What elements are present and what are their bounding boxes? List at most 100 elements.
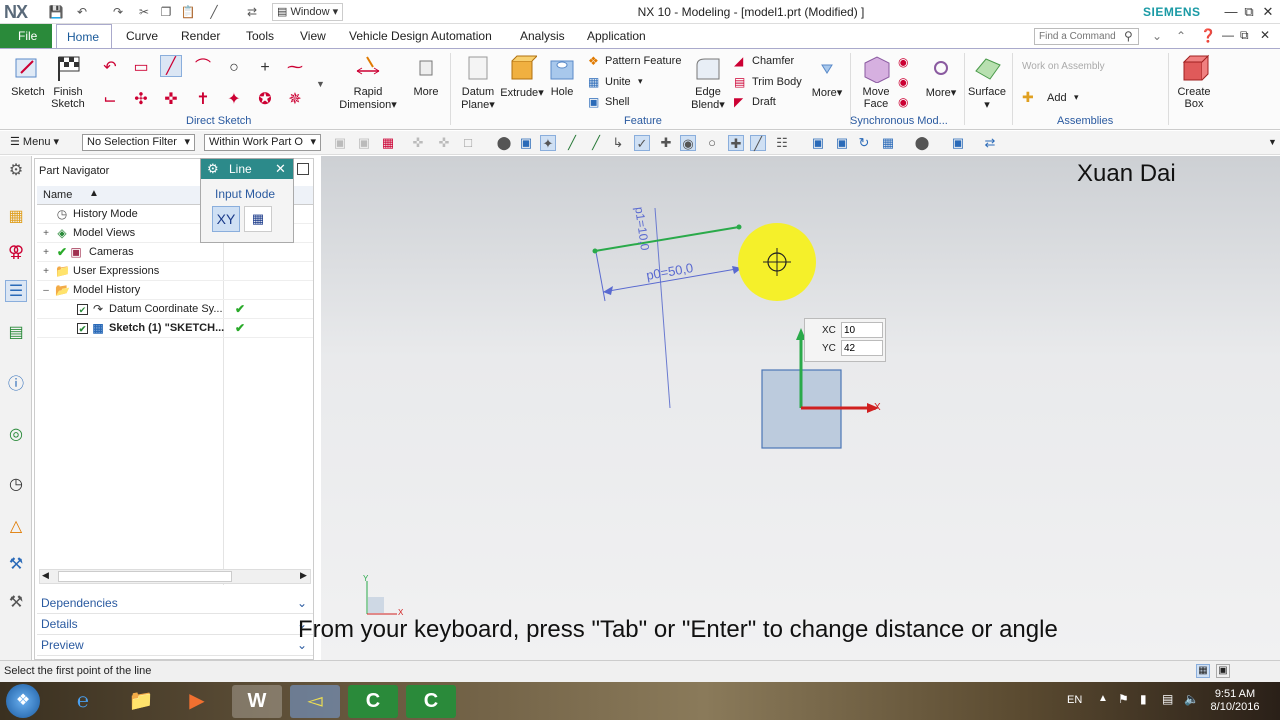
dependencies-panel-header[interactable]: Dependencies ⌄ [37, 593, 313, 614]
tab-vehicle-design-automation[interactable]: Vehicle Design Automation [339, 24, 502, 48]
profile-icon[interactable]: ↶ [99, 57, 121, 79]
word-icon[interactable]: W [232, 685, 282, 718]
navigator-row-datum-csys[interactable]: ✔ ↷ Datum Coordinate Sy... ✔ [37, 300, 313, 319]
device-icon[interactable]: ▮ [1140, 692, 1147, 706]
collapse-icon[interactable]: – [41, 281, 51, 300]
doc-minimize-button[interactable]: — [1222, 28, 1234, 42]
restore-button[interactable]: ⧉ [1240, 3, 1258, 21]
help-icon[interactable]: ❓ [1200, 28, 1216, 44]
finish-sketch-button[interactable]: Finish Sketch [44, 53, 92, 110]
rendering-style-icon[interactable]: ⬤ [914, 135, 930, 151]
offset-curve-icon[interactable]: ✪ [254, 89, 276, 111]
reuse-library-icon[interactable]: ▤ [5, 322, 27, 344]
doc-restore-button[interactable]: ⧉ [1240, 28, 1249, 43]
surface-button[interactable]: Surface ▾ [964, 53, 1010, 111]
web-browser-icon[interactable]: ◎ [5, 424, 27, 446]
expand-icon[interactable]: + [41, 262, 51, 281]
snap-midpoint-icon[interactable]: ╱ [588, 135, 604, 151]
add-component-button[interactable]: Add [1047, 92, 1067, 104]
camtasia-icon[interactable]: C [348, 685, 398, 718]
shell-button[interactable]: Shell [605, 96, 629, 108]
internet-explorer-icon[interactable]: ℮ [58, 685, 108, 718]
general-filter-icon[interactable]: ▣ [356, 135, 372, 151]
create-box-button[interactable]: Create Box [1170, 53, 1218, 110]
unite-button[interactable]: Unite [605, 76, 631, 88]
quick-trim-icon[interactable]: ✜ [160, 89, 182, 111]
work-layer-icon[interactable]: ⇄ [982, 135, 998, 151]
language-indicator[interactable]: EN [1067, 694, 1082, 706]
doc-close-button[interactable]: ✕ [1260, 28, 1270, 42]
horizontal-scrollbar[interactable]: ◀ ▶ [39, 569, 311, 584]
circle-icon[interactable]: ○ [223, 57, 245, 79]
hd3d-tools-icon[interactable]: ⓘ [5, 374, 27, 396]
orient-view-icon[interactable]: ▦ [880, 135, 896, 151]
preview-panel-header[interactable]: Preview ⌄ [37, 635, 313, 656]
network-icon[interactable]: ▤ [1162, 692, 1173, 706]
zoom-icon[interactable]: ▣ [834, 135, 850, 151]
history-icon[interactable]: ◷ [5, 474, 27, 496]
close-button[interactable]: ✕ [1259, 3, 1277, 21]
chevron-down-icon[interactable]: ⌄ [1152, 29, 1162, 43]
volume-icon[interactable]: 🔈 [1184, 692, 1199, 706]
file-explorer-icon[interactable]: 📁 [116, 685, 166, 718]
constraint-navigator-icon[interactable]: ⚢ [5, 242, 27, 264]
face-rule-icon[interactable]: ✜ [436, 135, 452, 151]
system-clock[interactable]: 9:51 AM 8/10/2016 [1200, 688, 1270, 714]
snap-arc-center-icon[interactable]: ✚ [658, 135, 674, 151]
make-corner-icon[interactable]: ✦ [223, 89, 245, 111]
pattern-feature-button[interactable]: Pattern Feature [605, 55, 681, 67]
menu-button[interactable]: ☰ Menu ▾ [10, 135, 59, 148]
more-sketch-button[interactable]: More [404, 53, 448, 98]
process-studio-icon[interactable]: △ [5, 516, 27, 538]
snap-point-on-curve-icon[interactable]: ✚ [728, 135, 744, 151]
navigator-row-model-history[interactable]: – 📂 Model History [37, 281, 313, 300]
media-player-icon[interactable]: ▶ [172, 685, 222, 718]
snap-control-point-icon[interactable]: ↳ [610, 135, 626, 151]
toolbar-expand-icon[interactable]: ▼ [1268, 137, 1277, 147]
maximize-panel-icon[interactable] [297, 163, 309, 175]
fillet-icon[interactable]: ⌙ [99, 89, 121, 111]
tab-analysis[interactable]: Analysis [510, 24, 575, 48]
action-center-icon[interactable]: ⚑ [1118, 692, 1129, 706]
start-button[interactable]: ❖ [6, 684, 40, 718]
yc-input[interactable] [841, 340, 883, 356]
navigator-row-sketch[interactable]: ✔ ▦ Sketch (1) "SKETCH... ✔ [37, 319, 313, 338]
tab-curve[interactable]: Curve [116, 24, 168, 48]
edit-section-icon[interactable]: ▣ [950, 135, 966, 151]
edge-blend-button[interactable]: Edge Blend▾ [684, 53, 732, 111]
expand-icon[interactable]: + [41, 224, 51, 243]
system-scenes-icon[interactable]: ⚒ [5, 592, 27, 614]
visibility-checkbox[interactable]: ✔ [77, 323, 88, 334]
fit-icon[interactable]: ▣ [810, 135, 826, 151]
parameter-mode-button[interactable]: ▦ [244, 206, 272, 232]
move-face-button[interactable]: Move Face [852, 53, 900, 110]
snap-intersection-icon[interactable]: ✓ [634, 135, 650, 151]
scrollbar-thumb[interactable] [58, 571, 232, 582]
visibility-checkbox[interactable]: ✔ [77, 304, 88, 315]
tab-home[interactable]: Home [56, 24, 112, 48]
tab-file[interactable]: File [0, 24, 52, 48]
selection-mode-icon[interactable]: ▦ [1196, 664, 1210, 678]
navigator-row-cameras[interactable]: + ✔ ▣ Cameras [37, 243, 313, 262]
tab-render[interactable]: Render [171, 24, 230, 48]
navigator-row-user-expressions[interactable]: + 📁 User Expressions [37, 262, 313, 281]
more-feature-button[interactable]: More▾ [806, 53, 848, 99]
line-dialog-titlebar[interactable]: ⚙ Line ✕ [201, 159, 293, 179]
rectangle-icon[interactable]: ▭ [130, 57, 152, 79]
graphics-window[interactable]: p1=10,0 p0=50,0 X X Y XC YC [321, 156, 1280, 660]
expand-icon[interactable]: + [41, 243, 51, 262]
chevron-down-icon[interactable]: ▾ [638, 76, 643, 87]
chamfer-button[interactable]: Chamfer [752, 55, 794, 67]
scroll-left-icon[interactable]: ◀ [42, 570, 49, 581]
roles-icon[interactable]: ⚒ [5, 554, 27, 576]
minimize-button[interactable]: — [1222, 3, 1240, 21]
datum-plane-button[interactable]: Datum Plane▾ [454, 53, 502, 111]
line-icon[interactable]: ╱ [160, 55, 182, 77]
chamfer-curve-icon[interactable]: ✣ [130, 89, 152, 111]
snap-options-icon[interactable]: ▦ [380, 135, 396, 151]
scroll-right-icon[interactable]: ▶ [300, 570, 307, 581]
snap-bounded-grid-icon[interactable]: ☷ [774, 135, 790, 151]
tab-application[interactable]: Application [577, 24, 656, 48]
delete-face-icon[interactable]: ◉ [898, 55, 908, 69]
trim-body-button[interactable]: Trim Body [752, 76, 802, 88]
